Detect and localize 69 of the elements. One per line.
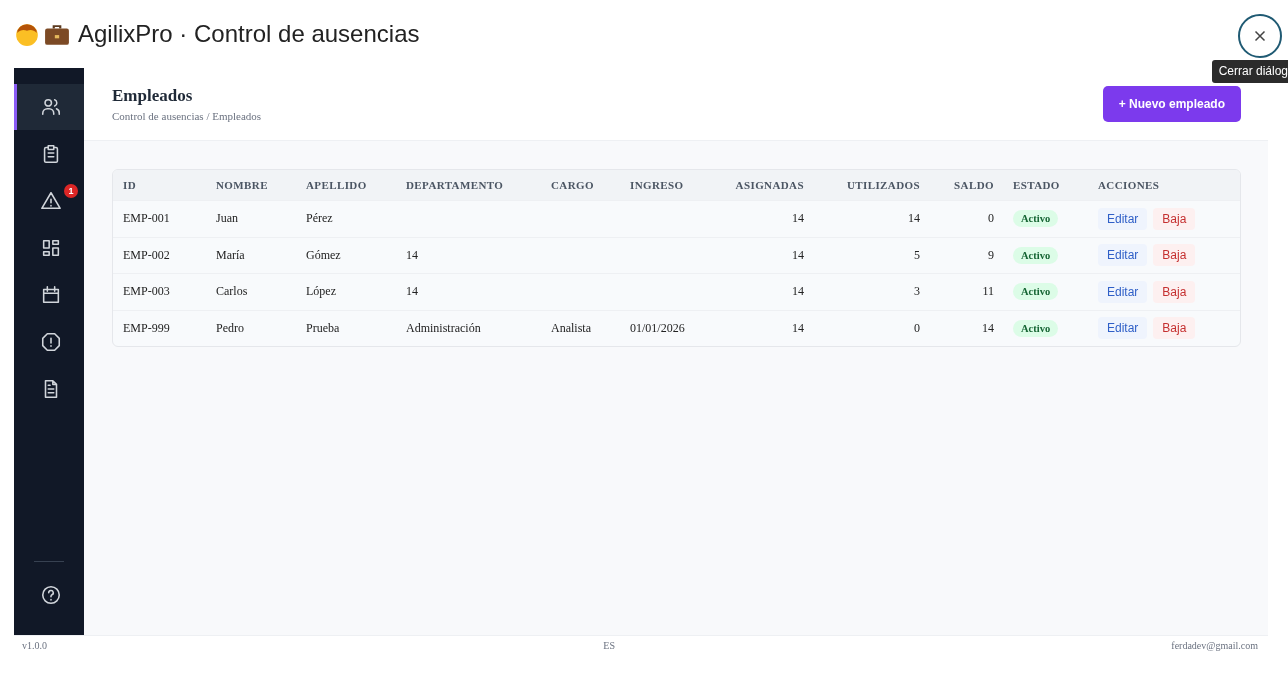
table-cell: EMP-001: [123, 211, 170, 226]
language-label: ES: [603, 640, 615, 651]
table-cell: 14: [792, 211, 804, 226]
delete-button[interactable]: Baja: [1153, 244, 1196, 267]
column-header: SALDO: [953, 179, 995, 191]
breadcrumb: Control de ausencias / Empleados: [112, 110, 262, 122]
table-cell: López: [306, 284, 336, 299]
status-badge: Activo: [1013, 283, 1059, 301]
table-cell: 0: [988, 211, 994, 226]
status-badge: Activo: [1013, 319, 1059, 337]
table-cell: Administración: [406, 320, 481, 335]
table-cell: 14: [406, 247, 418, 262]
status-badge: Activo: [1013, 210, 1059, 228]
column-header: ESTADO: [1012, 179, 1061, 191]
column-header: NOMBRE: [215, 179, 269, 191]
delete-button[interactable]: Baja: [1153, 207, 1196, 230]
table-cell: EMP-002: [123, 247, 170, 262]
table-cell: 3: [914, 284, 920, 299]
table-cell: 14: [792, 320, 804, 335]
edit-button[interactable]: Editar: [1098, 280, 1148, 303]
table-cell: Pedro: [216, 320, 244, 335]
table-cell: 14: [406, 284, 418, 299]
tooltip: Cerrar diálog: [1211, 60, 1288, 83]
table-cell: 14: [908, 211, 920, 226]
column-header: DEPARTAMENTO: [405, 179, 505, 191]
table-cell: EMP-003: [123, 284, 170, 299]
table-cell: 11: [982, 284, 994, 299]
table-cell: Pérez: [306, 211, 333, 226]
users-icon: [39, 96, 62, 118]
column-header: INGRESO: [629, 179, 685, 191]
table-cell: 14: [792, 247, 804, 262]
sidebar-item[interactable]: 1: [14, 178, 84, 224]
sidebar-item[interactable]: [14, 84, 84, 130]
table-cell: María: [216, 247, 245, 262]
edit-button[interactable]: Editar: [1098, 244, 1148, 267]
table-cell: EMP-999: [123, 320, 170, 335]
table-cell: 9: [988, 247, 994, 262]
alert-icon: [39, 331, 62, 353]
window-title: AgilixPro · Control de ausencias: [78, 20, 420, 48]
help-icon: [39, 584, 62, 606]
column-header: APELLIDO: [305, 179, 368, 191]
delete-button[interactable]: Baja: [1153, 317, 1196, 340]
column-header: ACCIONES: [1097, 179, 1161, 191]
delete-button[interactable]: Baja: [1153, 280, 1196, 303]
column-header: ID: [122, 179, 138, 191]
table-cell: 0: [914, 320, 920, 335]
table-cell: 01/01/2026: [630, 320, 685, 335]
table-cell: Gómez: [306, 247, 341, 262]
table-cell: 14: [982, 320, 994, 335]
edit-button[interactable]: Editar: [1098, 317, 1148, 340]
warning-icon: [39, 190, 62, 212]
table-cell: Prueba: [306, 320, 340, 335]
new-employee-button[interactable]: + Nuevo empleado: [1102, 86, 1241, 122]
column-header: UTILIZADOS: [845, 179, 921, 191]
table-cell: Carlos: [216, 284, 248, 299]
edit-button[interactable]: Editar: [1098, 207, 1148, 230]
column-header: ASIGNADAS: [734, 179, 805, 191]
table-cell: Analista: [551, 320, 591, 335]
notification-badge: 1: [64, 184, 78, 198]
face-icon: [14, 21, 40, 47]
email-label: ferdadev@gmail.com: [1171, 640, 1258, 651]
table-cell: 14: [792, 284, 804, 299]
column-header: CARGO: [550, 179, 595, 191]
close-button[interactable]: [1238, 14, 1282, 58]
table-cell: 5: [914, 247, 920, 262]
version-label: v1.0.0: [22, 640, 47, 651]
page-title: Empleados: [112, 86, 194, 106]
table-cell: Juan: [216, 211, 238, 226]
status-badge: Activo: [1013, 246, 1059, 264]
